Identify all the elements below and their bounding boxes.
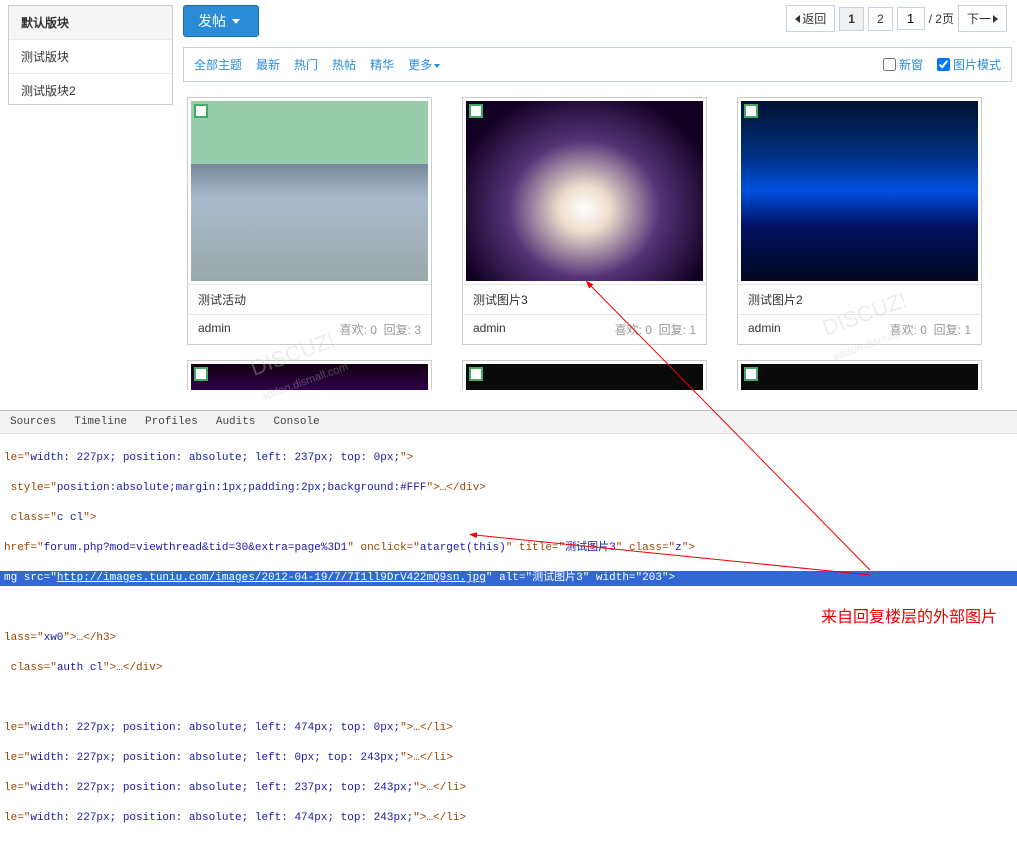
thread-title[interactable]: 测试图片2: [738, 284, 981, 314]
filter-more[interactable]: 更多: [408, 56, 440, 73]
thread-image[interactable]: [466, 101, 703, 281]
thread-title[interactable]: 测试图片3: [463, 284, 706, 314]
sidebar-item-default[interactable]: 默认版块: [9, 6, 172, 40]
filter-bar: 全部主题 最新 热门 热帖 精华 更多 新窗 图片模式: [183, 47, 1012, 82]
thread-grid-row2: [183, 360, 1012, 390]
thread-card[interactable]: 测试图片2 admin 喜欢: 0 回复: 1: [737, 97, 982, 345]
select-checkbox[interactable]: [744, 367, 758, 381]
thread-stats: 喜欢: 0 回复: 1: [615, 321, 696, 338]
page-total: / 2页: [929, 10, 954, 27]
thread-author[interactable]: admin: [198, 321, 231, 338]
filter-hot[interactable]: 热门: [294, 56, 318, 73]
thread-author[interactable]: admin: [748, 321, 781, 338]
back-button[interactable]: 返回: [786, 5, 835, 32]
post-button-label: 发帖: [198, 11, 226, 31]
thread-stats: 喜欢: 0 回复: 3: [340, 321, 421, 338]
sidebar-item-test1[interactable]: 测试版块: [9, 40, 172, 74]
filter-essence[interactable]: 精华: [370, 56, 394, 73]
thread-card[interactable]: 测试图片3 admin 喜欢: 0 回复: 1: [462, 97, 707, 345]
devtools-tab-audits[interactable]: Audits: [216, 416, 256, 428]
filter-hotpost[interactable]: 热帖: [332, 56, 356, 73]
dropdown-icon: [434, 64, 440, 68]
select-checkbox[interactable]: [194, 104, 208, 118]
thread-author[interactable]: admin: [473, 321, 506, 338]
page-1-button[interactable]: 1: [839, 7, 864, 31]
page-input[interactable]: [897, 7, 925, 30]
select-checkbox[interactable]: [744, 104, 758, 118]
select-checkbox[interactable]: [469, 104, 483, 118]
pagination: 返回 1 2 / 2页 下一: [786, 5, 1007, 32]
thread-title[interactable]: 测试活动: [188, 284, 431, 314]
devtools-tab-console[interactable]: Console: [273, 416, 319, 428]
devtools-tabs: Sources Timeline Profiles Audits Console: [0, 411, 1017, 434]
thread-image[interactable]: [191, 101, 428, 281]
page-2-button[interactable]: 2: [868, 7, 893, 31]
thread-image[interactable]: [741, 364, 978, 390]
thread-image[interactable]: [191, 364, 428, 390]
thread-image[interactable]: [741, 101, 978, 281]
devtools-tab-profiles[interactable]: Profiles: [145, 416, 198, 428]
thread-card[interactable]: [737, 360, 982, 390]
devtools-tab-timeline[interactable]: Timeline: [74, 416, 127, 428]
devtools-code[interactable]: le="width: 227px; position: absolute; le…: [0, 434, 1017, 858]
select-checkbox[interactable]: [469, 367, 483, 381]
thread-card[interactable]: 测试活动 admin 喜欢: 0 回复: 3: [187, 97, 432, 345]
sidebar-item-test2[interactable]: 测试版块2: [9, 74, 172, 107]
sidebar: 默认版块 测试版块 测试版块2: [8, 5, 173, 105]
next-button[interactable]: 下一: [958, 5, 1007, 32]
select-checkbox[interactable]: [194, 367, 208, 381]
dropdown-icon: [232, 19, 240, 24]
thread-card[interactable]: [462, 360, 707, 390]
thread-grid: 测试活动 admin 喜欢: 0 回复: 3 测试图片3 admin 喜欢: 0…: [183, 97, 1012, 345]
thread-card[interactable]: [187, 360, 432, 390]
filter-latest[interactable]: 最新: [256, 56, 280, 73]
thread-image[interactable]: [466, 364, 703, 390]
annotation-text: 来自回复楼层的外部图片: [821, 603, 997, 627]
image-mode-checkbox[interactable]: 图片模式: [937, 56, 1001, 73]
chevron-right-icon: [993, 15, 998, 23]
thread-stats: 喜欢: 0 回复: 1: [890, 321, 971, 338]
filter-all[interactable]: 全部主题: [194, 56, 242, 73]
main-content: 发帖 返回 1 2 / 2页 下一 全部主题 最新 热门 热帖 精华 更多 新窗…: [173, 0, 1017, 410]
new-post-button[interactable]: 发帖: [183, 5, 259, 37]
devtools-tab-sources[interactable]: Sources: [10, 416, 56, 428]
new-window-checkbox[interactable]: 新窗: [883, 56, 923, 73]
chevron-left-icon: [795, 15, 800, 23]
